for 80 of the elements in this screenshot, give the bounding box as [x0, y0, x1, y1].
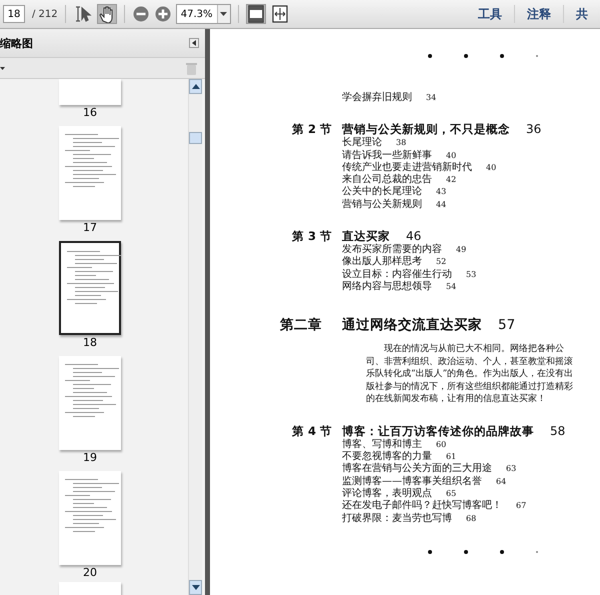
page-number: 40: [486, 162, 496, 174]
page-number-label: 19: [83, 450, 97, 465]
collapse-button[interactable]: [189, 38, 199, 48]
scrollbar[interactable]: [188, 79, 202, 595]
page-thumbnail[interactable]: [59, 79, 121, 105]
section-label: 第 2 节: [292, 121, 330, 138]
toc-entry: 还在发电子邮件吗？赶快写博客吧！: [342, 500, 502, 512]
page-number: 38: [396, 137, 406, 150]
page-thumbnail[interactable]: [59, 356, 121, 450]
toc-entry: 公关中的长尾理论: [342, 186, 422, 198]
page-number: 53: [466, 268, 476, 281]
caret-icon[interactable]: [0, 66, 5, 70]
caret-icon: [220, 12, 228, 16]
zoom-dropdown[interactable]: 47.3%: [176, 4, 231, 24]
toc-entry: 传统产业也要走进营销新时代: [342, 162, 472, 174]
toolbar-menu-link[interactable]: 共: [564, 6, 600, 22]
arrow-up-icon: [192, 84, 200, 89]
toc-entry: 网络内容与思想领导: [342, 280, 432, 294]
page-number: 57: [498, 316, 516, 336]
section-title: 博客：让百万访客传述你的品牌故事: [342, 422, 534, 438]
page-number-label: 18: [83, 335, 97, 350]
page-number: 58: [550, 422, 566, 439]
page-number-field[interactable]: 18: [3, 5, 25, 23]
toc-entry: 来自公司总裁的忠告: [342, 174, 432, 186]
toc-entry: 打破界限：麦当劳也写博: [342, 512, 452, 525]
page-thumbnail[interactable]: [59, 471, 121, 565]
scroll-up-button[interactable]: [189, 79, 202, 94]
toc-entry: 长尾理论: [342, 137, 382, 150]
toolbar-menu-link[interactable]: 注释: [515, 6, 563, 22]
page-number: 52: [436, 256, 446, 268]
page-number: 46: [406, 228, 422, 244]
page-number: 36: [526, 121, 542, 138]
page-number: 43: [436, 186, 446, 198]
page-number: 67: [516, 500, 526, 512]
page-thumbnail[interactable]: [59, 126, 121, 220]
toc-entry: 评论博客，表明观点: [342, 488, 432, 500]
toc-entry: 监测博客——博客事关组织名誉: [342, 476, 482, 488]
page-number: 68: [466, 512, 476, 525]
scrollbar-thumb[interactable]: [189, 132, 202, 144]
page-number: 44: [436, 198, 446, 211]
toc-entry: 像出版人那样思考: [342, 256, 422, 268]
toc-entry: 不要忽视博客的力量: [342, 451, 432, 462]
toc-entry: 学会摒弃旧规则: [342, 92, 412, 104]
toc-entry: 请告诉我一些新鲜事: [342, 150, 432, 162]
page-number: 60: [436, 438, 446, 451]
page-number: 34: [426, 92, 436, 104]
page-number-label: 20: [83, 565, 97, 580]
zoom-out-button[interactable]: [132, 5, 150, 23]
chapter-title: 通过网络交流直达买家: [342, 316, 482, 336]
toc-entry: 博客、写博和博主: [342, 438, 422, 450]
scroll-down-button[interactable]: [189, 580, 202, 595]
page-number-label: 17: [83, 220, 97, 235]
zoom-in-button[interactable]: [154, 5, 172, 23]
section-title: 直达买家: [342, 228, 390, 244]
page-number: 63: [506, 463, 516, 476]
section-title: 营销与公关新规则，不只是概念: [342, 121, 510, 136]
fit-width-button[interactable]: [270, 4, 290, 24]
page-number: 42: [446, 174, 456, 186]
page-number-label: 16: [83, 105, 97, 120]
toc-entry: 博客在营销与公关方面的三大用途: [342, 463, 492, 476]
chapter-intro: 现在的情况与从前已大不相同。网络把各种公司、非营利组织、政治运动、个人，甚至教堂和摇滚乐队转化成“出版人”的角色。作为出版人，在没有出版社参与的情况下，所有这些组织都能通过打造精彩的在线新闻发布稿，让有用的信息直达买家！: [366, 343, 574, 406]
page-number: 64: [496, 476, 506, 488]
fit-page-button[interactable]: [246, 4, 266, 24]
section-label: 第 3 节: [292, 228, 330, 244]
page-number: 54: [446, 280, 456, 293]
toc-entry: 营销与公关新规则: [342, 198, 422, 212]
page-number: 61: [446, 451, 456, 463]
toc-entry: 发布买家所需要的内容: [342, 244, 442, 256]
toc-entry: 设立目标：内容催生行动: [342, 268, 452, 280]
chapter-label: 第二章: [280, 316, 323, 336]
page-count: / 212: [32, 8, 58, 20]
section-label: 第 4 节: [292, 422, 330, 439]
page-number: 40: [446, 150, 456, 162]
page-thumbnail[interactable]: [59, 241, 121, 335]
arrow-down-icon: [192, 585, 200, 590]
page-number: 65: [446, 488, 456, 500]
hand-tool-button[interactable]: [96, 4, 117, 24]
toolbar-menu-link[interactable]: 工具: [466, 6, 514, 22]
panel-title: 缩略图: [0, 36, 33, 50]
page-number: 49: [456, 244, 466, 256]
